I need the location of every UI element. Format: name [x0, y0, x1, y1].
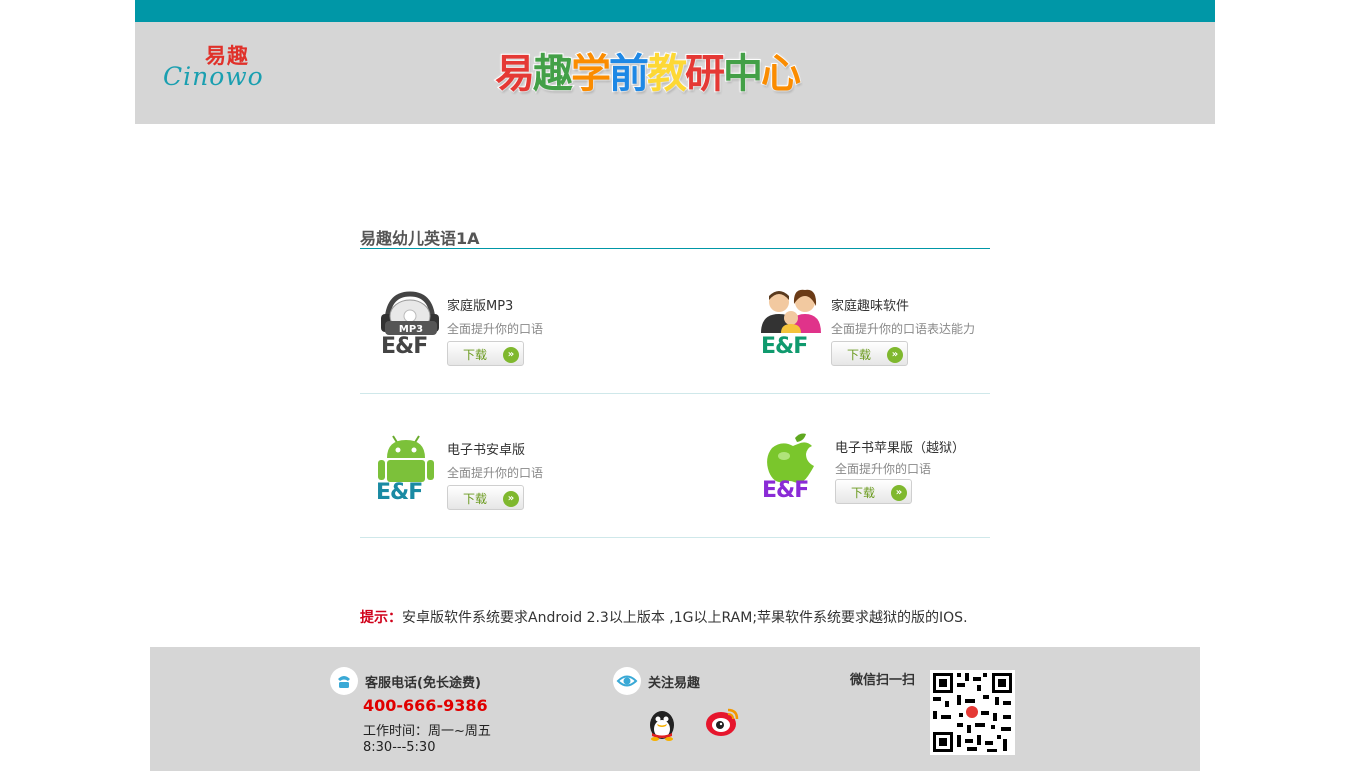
cinowo-logo[interactable]: 易趣 Cinowo: [163, 40, 278, 91]
download-software-button[interactable]: 下载 »: [831, 341, 908, 366]
chevron-down-icon: »: [503, 347, 519, 363]
chevron-down-icon: »: [887, 347, 903, 363]
top-accent-bar: [135, 0, 1215, 22]
eye-icon: [613, 667, 641, 695]
banner-char: 前: [608, 51, 650, 97]
product-software: E&F 家庭趣味软件 全面提升你的口语表达能力 下载 »: [759, 288, 1019, 378]
ef-brand-label: E&F: [761, 334, 808, 359]
logo-english: Cinowo: [163, 62, 264, 91]
ef-brand-label: E&F: [762, 478, 809, 503]
qq-icon[interactable]: [644, 705, 680, 741]
product-name: 电子书苹果版（越狱）: [835, 441, 966, 456]
system-requirements-tip: 提示：安卓版软件系统要求Android 2.3以上版本 ,1G以上RAM;苹果软…: [360, 607, 968, 627]
banner-char: 教: [646, 51, 688, 97]
tip-text: 安卓版软件系统要求Android 2.3以上版本 ,1G以上RAM;苹果软件系统…: [402, 610, 968, 626]
download-ios-button[interactable]: 下载 »: [835, 479, 912, 504]
wechat-scan-label: 微信扫一扫: [850, 673, 916, 688]
wechat-qr-code: [930, 670, 1015, 755]
download-label: 下载: [847, 348, 872, 362]
product-ios: E&F 电子书苹果版（越狱） 全面提升你的口语 下载 »: [762, 432, 1022, 522]
section-title: 易趣幼儿英语1A: [360, 229, 480, 248]
product-description: 全面提升你的口语表达能力: [831, 322, 976, 336]
ef-brand-label: E&F: [376, 480, 423, 505]
row-divider: [360, 537, 990, 538]
banner-char: 易: [494, 51, 536, 97]
product-name: 家庭趣味软件: [831, 299, 910, 314]
download-android-button[interactable]: 下载 »: [447, 485, 524, 510]
product-description: 全面提升你的口语: [447, 322, 544, 336]
product-android: E&F 电子书安卓版 全面提升你的口语 下载 »: [375, 432, 635, 522]
follow-title: 关注易趣: [648, 676, 701, 691]
download-label: 下载: [851, 486, 876, 500]
title-divider: [360, 248, 990, 249]
chevron-down-icon: »: [503, 491, 519, 507]
product-description: 全面提升你的口语: [447, 466, 544, 480]
site-banner-title: 易趣学前教研中心: [494, 44, 802, 104]
product-mp3: MP3 E&F 家庭版MP3 全面提升你的口语 下载 »: [375, 288, 635, 378]
row-divider: [360, 393, 990, 394]
product-name: 家庭版MP3: [447, 299, 514, 314]
customer-service-title: 客服电话(免长途费): [365, 676, 481, 691]
banner-char: 学: [570, 51, 612, 97]
hotline-number[interactable]: 400-666-9386: [363, 696, 488, 715]
banner-char: 研: [684, 51, 726, 97]
site-header: 易趣 Cinowo 易趣学前教研中心: [135, 22, 1215, 124]
working-days: 工作时间：周一~周五: [363, 724, 491, 739]
banner-char: 中: [722, 51, 764, 97]
phone-icon: [330, 667, 358, 695]
banner-char: 心: [760, 51, 802, 97]
product-name: 电子书安卓版: [447, 443, 526, 458]
site-footer: 客服电话(免长途费) 400-666-9386 工作时间：周一~周五 8:30-…: [150, 647, 1200, 771]
weibo-icon[interactable]: [704, 705, 740, 741]
download-label: 下载: [463, 348, 488, 362]
download-label: 下载: [463, 492, 488, 506]
download-mp3-button[interactable]: 下载 »: [447, 341, 524, 366]
tip-label: 提示：: [360, 610, 402, 626]
banner-char: 趣: [532, 51, 574, 97]
working-hours: 8:30---5:30: [363, 740, 436, 755]
ef-brand-label: E&F: [381, 334, 428, 359]
chevron-down-icon: »: [891, 485, 907, 501]
product-description: 全面提升你的口语: [835, 462, 932, 476]
